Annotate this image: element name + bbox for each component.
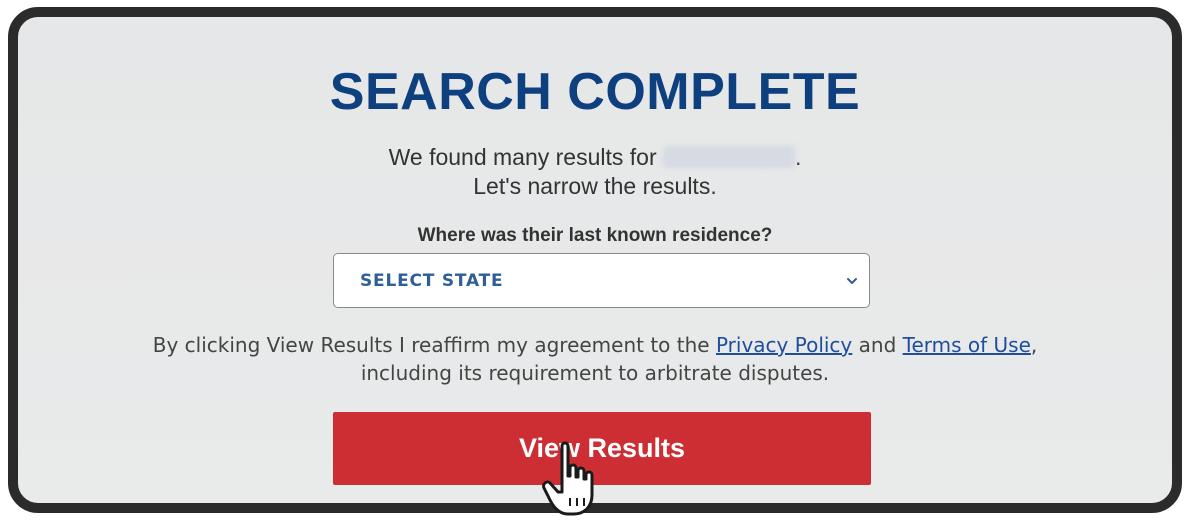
blurred-search-name [663,146,796,168]
agreement-text-line2: including its requirement to arbitrate d… [360,361,830,385]
agreement-text: By clicking View Results I reaffirm my a… [18,331,1172,387]
page-title: SEARCH COMPLETE [329,63,861,121]
results-message-suffix: . [795,144,802,170]
agreement-comma: , [1030,333,1038,357]
results-message: We found many results for . Let's narrow… [18,143,1172,201]
chevron-down-icon [847,278,857,284]
agreement-text-and: and [852,333,903,357]
results-message-prefix: We found many results for [388,144,664,170]
privacy-policy-link[interactable]: Privacy Policy [716,333,852,357]
search-complete-panel: SEARCH COMPLETE We found many results fo… [8,7,1182,513]
state-select[interactable]: SELECT STATE [333,253,870,308]
terms-of-use-link[interactable]: Terms of Use [903,333,1031,357]
narrow-results-text: Let's narrow the results. [473,173,717,199]
residence-question-label: Where was their last known residence? [417,225,773,246]
agreement-text-before: By clicking View Results I reaffirm my a… [152,333,716,357]
state-select-value: SELECT STATE [360,271,504,291]
hand-pointer-icon [542,441,594,516]
